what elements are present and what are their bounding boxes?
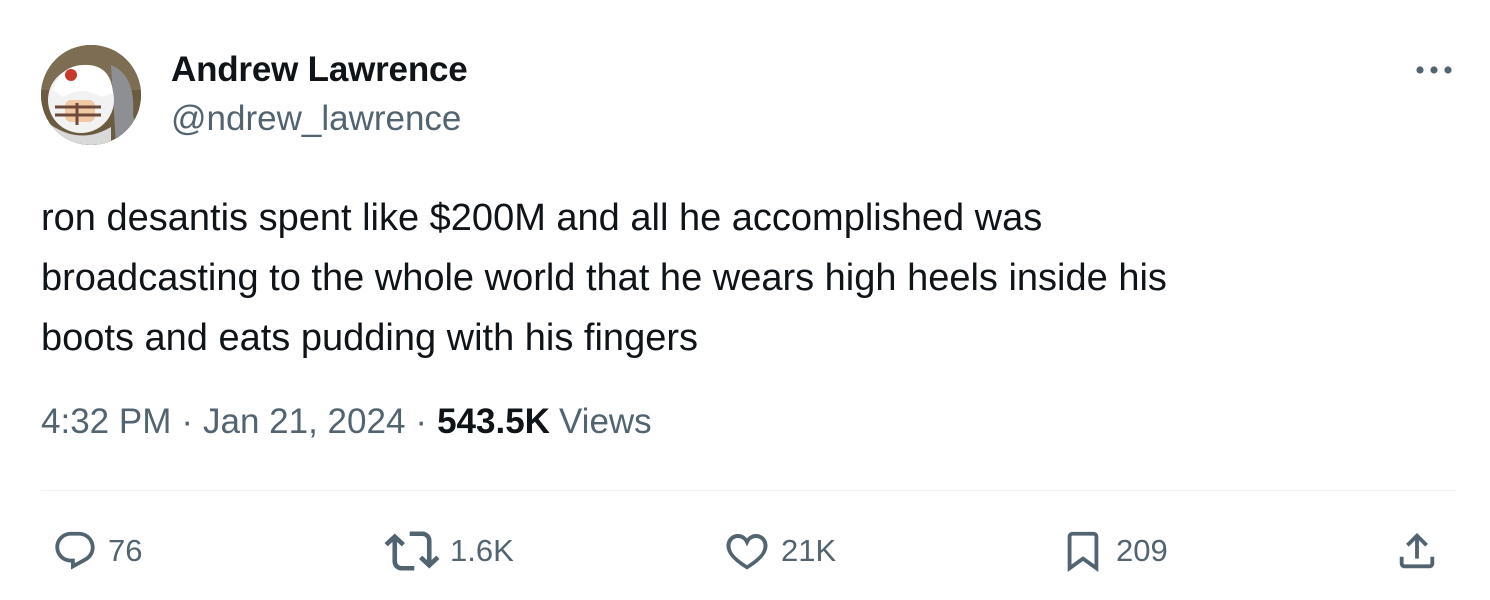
like-count: 21K [781, 533, 837, 568]
reply-icon [55, 531, 95, 570]
divider [41, 490, 1457, 491]
avatar-image [41, 45, 141, 145]
tweet-text-line: broadcasting to the whole world that he … [41, 257, 1167, 299]
meta-separator: · [415, 402, 428, 441]
views-label: Views [558, 402, 652, 441]
share-icon [1399, 532, 1435, 569]
bookmark-count: 209 [1116, 533, 1168, 568]
reply-count: 76 [108, 533, 143, 568]
tweet-card: Andrew Lawrence @ndrew_lawrence ron desa… [0, 0, 1490, 600]
reply-button[interactable]: 76 [52, 528, 142, 574]
avatar[interactable] [41, 45, 141, 145]
retweet-icon [384, 531, 440, 571]
tweet-text-line: ron desantis spent like $200M and all he… [41, 197, 1043, 239]
views-count: 543.5K [437, 402, 550, 441]
bookmark-button[interactable]: 209 [1060, 528, 1168, 574]
meta-separator: · [181, 402, 194, 441]
more-button[interactable] [1412, 55, 1456, 85]
like-button[interactable]: 21K [723, 528, 836, 574]
retweet-button[interactable]: 1.6K [384, 528, 514, 574]
tweet-time[interactable]: 4:32 PM [41, 402, 171, 442]
retweet-count: 1.6K [450, 533, 514, 568]
bookmark-icon [1067, 531, 1099, 572]
tweet-meta: 4:32 PM · Jan 21, 2024 · 543.5K Views [41, 402, 652, 442]
heart-icon [726, 534, 768, 570]
more-horizontal-icon [1416, 66, 1452, 74]
share-button[interactable] [1394, 528, 1440, 574]
tweet-date[interactable]: Jan 21, 2024 [203, 402, 405, 442]
tweet-text: ron desantis spent like $200M and all he… [41, 188, 1441, 368]
author-display-name[interactable]: Andrew Lawrence [171, 50, 468, 90]
author-handle[interactable]: @ndrew_lawrence [171, 99, 461, 139]
tweet-text-line: boots and eats pudding with his fingers [41, 317, 698, 359]
